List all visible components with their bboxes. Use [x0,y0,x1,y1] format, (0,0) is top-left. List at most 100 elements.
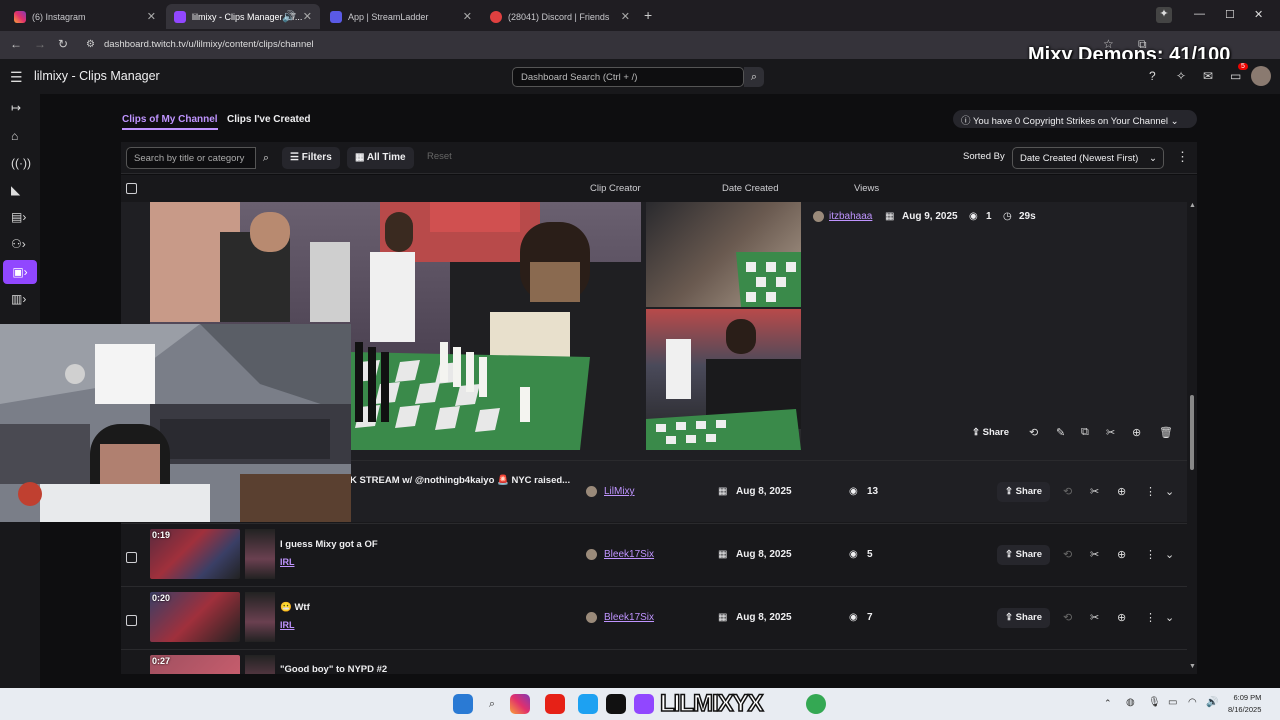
select-all-checkbox[interactable] [126,183,137,194]
clip-category-link[interactable]: IRL [280,557,295,567]
windows-start-icon[interactable] [453,694,473,714]
row-checkbox[interactable] [126,552,137,563]
filters-button[interactable]: ☰ Filters [282,147,340,169]
chevron-down-icon[interactable]: ⌄ [1165,548,1174,561]
speaker-icon[interactable]: 🔊 [282,10,296,23]
close-icon[interactable]: ✕ [147,10,156,23]
close-icon[interactable]: ✕ [621,10,630,23]
scroll-up-icon[interactable]: ▲ [1189,202,1196,209]
add-circle-icon[interactable]: ⊕ [1132,426,1141,439]
clip-creator-link[interactable]: LilMixy [604,486,635,497]
search-icon[interactable]: ⌕ [744,67,764,87]
forward-icon[interactable]: → [34,37,46,51]
collapse-icon[interactable]: ↦ [11,101,21,115]
clip-category-link[interactable]: IRL [280,620,295,630]
time-range-button[interactable]: ▦ All Time [347,147,414,169]
scroll-down-icon[interactable]: ▼ [1189,663,1196,670]
vertical-format-icon[interactable]: ⟲ [1063,611,1072,624]
window-close-icon[interactable]: ✕ [1254,8,1263,21]
scrollbar-thumb[interactable] [1190,395,1194,470]
network-icon[interactable]: ◍ [1126,697,1135,708]
tab-streamladder[interactable]: App | StreamLadder ✕ [322,4,480,29]
row-checkbox[interactable] [126,615,137,626]
more-options-icon[interactable]: ⋮ [1145,548,1156,561]
external-link-icon[interactable]: ⧉ [1081,426,1089,439]
share-button[interactable]: ⇪ Share [964,423,1017,443]
reload-icon[interactable]: ↻ [58,37,68,51]
more-options-icon[interactable]: ⋮ [1145,611,1156,624]
add-circle-icon[interactable]: ⊕ [1117,611,1126,624]
vertical-format-icon[interactable]: ⟲ [1063,485,1072,498]
table-row[interactable]: 0:20 😬 Wtf IRL Bleek17Six ▦ Aug 8, 2025 … [121,586,1187,648]
column-views[interactable]: Views [854,183,879,194]
tiktok-icon[interactable] [606,694,626,714]
add-circle-icon[interactable]: ⊕ [1117,548,1126,561]
home-icon[interactable]: ⌂ [11,129,18,143]
minimize-icon[interactable]: — [1194,8,1205,20]
tab-clips-of-my-channel[interactable]: Clips of My Channel [122,114,218,130]
list-scrollbar[interactable]: ▲ ▼ [1189,202,1196,672]
tab-clips-ive-created[interactable]: Clips I've Created [227,114,311,125]
chevron-down-icon[interactable]: ⌄ [1165,611,1174,624]
monetization-icon[interactable]: ▥› [11,292,26,306]
tab-instagram[interactable]: (6) Instagram ✕ [6,4,164,29]
instagram-icon[interactable] [510,694,530,714]
avatar[interactable] [1251,66,1271,86]
wifi-icon[interactable]: ◠ [1188,697,1197,708]
inbox-icon[interactable]: ✉ [1203,69,1213,83]
megaphone-icon[interactable]: ◣ [11,183,20,197]
maximize-icon[interactable]: ☐ [1225,8,1235,21]
trash-icon[interactable]: 🗑 [1159,426,1173,439]
close-icon[interactable]: ✕ [303,10,312,23]
analytics-icon[interactable]: ▤› [11,210,26,224]
mic-icon[interactable]: 🎙 [1148,697,1161,708]
column-date-created[interactable]: Date Created [722,183,779,194]
scissors-icon[interactable]: ✂ [1090,548,1099,561]
reset-button[interactable]: Reset [427,151,452,162]
stream-icon[interactable]: ((·)) [11,156,31,170]
youtube-icon[interactable] [545,694,565,714]
tab-clips-manager[interactable]: lilmixy - Clips Manager - T... 🔊 ✕ [166,4,320,29]
clip-search-input[interactable]: Search by title or category [126,147,256,169]
share-button[interactable]: ⇪ Share [997,545,1051,565]
clip-creator-link[interactable]: itzbahaaa [829,211,872,222]
help-icon[interactable]: ? [1149,69,1156,83]
tab-discord[interactable]: (28041) Discord | Friends ✕ [482,4,638,29]
more-options-icon[interactable]: ⋮ [1176,149,1189,165]
column-clip-creator[interactable]: Clip Creator [590,183,641,194]
twitter-icon[interactable] [578,694,598,714]
table-row[interactable]: 0:27 "Good boy" to NYPD #2 [121,649,1187,674]
system-clock[interactable]: 6:09 PM 8/16/2025 [1228,692,1261,716]
scissors-icon[interactable]: ✂ [1106,426,1115,439]
community-icon[interactable]: ⚇› [11,237,26,251]
scissors-icon[interactable]: ✂ [1090,485,1099,498]
extensions-icon[interactable]: ✦ [1156,7,1172,23]
vertical-format-icon[interactable]: ⟲ [1063,548,1072,561]
dashboard-search-input[interactable]: Dashboard Search (Ctrl + /) [512,67,744,87]
share-button[interactable]: ⇪ Share [997,482,1051,502]
search-icon[interactable]: ⌕ [482,694,502,714]
site-info-icon[interactable]: ⚙ [86,39,95,50]
vertical-format-icon[interactable]: ⟲ [1029,426,1038,439]
back-icon[interactable]: ← [10,37,22,51]
add-circle-icon[interactable]: ⊕ [1117,485,1126,498]
notifications-icon[interactable]: ▭ [1230,69,1241,83]
copyright-strikes-badge[interactable]: ⓘ You have 0 Copyright Strikes on Your C… [953,110,1197,128]
new-tab-icon[interactable]: + [644,7,652,23]
sparkle-icon[interactable]: ✧ [1176,69,1186,83]
search-icon[interactable]: ⌕ [256,147,276,169]
url-field[interactable]: dashboard.twitch.tv/u/lilmixy/content/cl… [104,39,314,50]
display-icon[interactable]: ▭ [1168,697,1177,708]
twitch-icon[interactable] [634,694,654,714]
chevron-down-icon[interactable]: ⌄ [1165,485,1174,498]
volume-icon[interactable]: 🔊 [1206,697,1218,708]
content-icon[interactable]: ▣› [3,260,37,284]
scissors-icon[interactable]: ✂ [1090,611,1099,624]
clip-creator-link[interactable]: Bleek17Six [604,549,654,560]
more-options-icon[interactable]: ⋮ [1145,485,1156,498]
close-icon[interactable]: ✕ [463,10,472,23]
edit-pencil-icon[interactable]: ✎ [1056,426,1065,439]
chrome-icon[interactable] [806,694,826,714]
table-row[interactable]: 0:19 I guess Mixy got a OF IRL Bleek17Si… [121,523,1187,585]
sort-select[interactable]: Date Created (Newest First) ⌄ [1012,147,1164,169]
